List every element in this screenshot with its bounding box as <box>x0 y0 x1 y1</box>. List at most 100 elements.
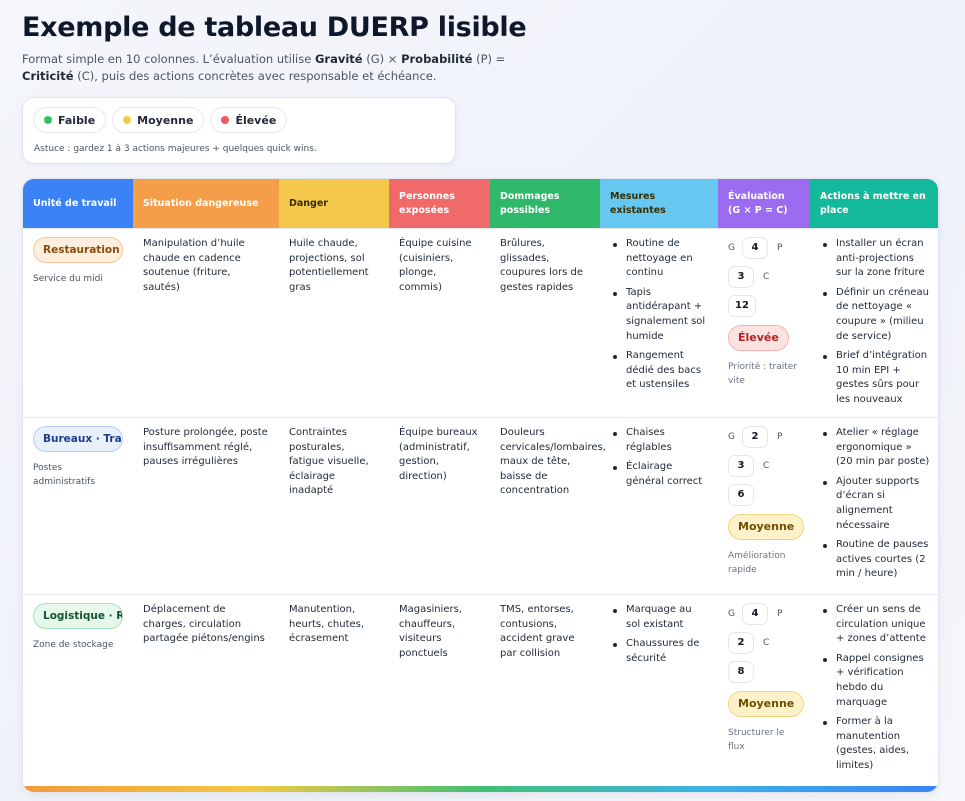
header-unite: Unité de travail <box>23 179 133 228</box>
eval-g-line: G2P <box>728 426 800 448</box>
g-label: G <box>728 431 735 442</box>
cell-unite: Restauration · Cuisine Service du midi <box>23 229 133 417</box>
list-item: Chaises réglables <box>610 426 708 455</box>
cell-actions: Atelier « réglage ergonomique » (20 min … <box>810 418 938 594</box>
priority-note: Structurer le flux <box>728 728 785 752</box>
decorative-gradient-bar <box>23 786 938 792</box>
table-row: Logistique · Réception Zone de stockage … <box>23 594 938 788</box>
page-subtitle: Format simple en 10 colonnes. L’évaluati… <box>22 52 506 83</box>
header-situation: Situation dangereuse <box>133 179 279 228</box>
cell-danger: Huile chaude, projections, sol potentiel… <box>289 238 369 293</box>
legend-chip-moyenne: Moyenne <box>112 107 205 133</box>
red-dot-icon <box>221 116 230 124</box>
cell-situation: Déplacement de charges, circulation part… <box>143 604 265 645</box>
list-item: Tapis antidérapant + signalement sol hum… <box>610 286 708 344</box>
probabilite-value: 3 <box>728 455 754 477</box>
criticite-value: 8 <box>728 661 754 683</box>
header-dommages: Dommages possibles <box>490 179 600 228</box>
legend-chip-faible: Faible <box>33 107 107 133</box>
list-item: Marquage au sol existant <box>610 603 708 632</box>
p-label: P <box>777 608 783 619</box>
cell-personnes: Équipe cuisine (cuisiniers, plonge, comm… <box>399 238 472 293</box>
cell-mesures: Routine de nettoyage en continu Tapis an… <box>600 229 718 417</box>
priority-note: Priorité : traiter vite <box>728 362 798 386</box>
probabilite-value: 2 <box>728 632 754 654</box>
gravite-value: 2 <box>742 426 768 448</box>
cell-unite: Bureaux · Travail sur écran Postes admin… <box>23 418 133 594</box>
cell-mesures: Chaises réglables Éclairage général corr… <box>600 418 718 594</box>
unit-subtitle: Zone de stockage <box>33 639 114 650</box>
legend-card: Faible Moyenne Élevée Astuce : gardez 1 … <box>22 97 456 164</box>
actions-list: Atelier « réglage ergonomique » (20 min … <box>820 426 930 582</box>
eval-c-line: 8 <box>728 661 800 683</box>
criticite-value: 12 <box>728 295 756 317</box>
list-item: Installer un écran anti-projections sur … <box>820 237 930 281</box>
table-row: Restauration · Cuisine Service du midi M… <box>23 228 938 417</box>
duerp-table: Unité de travail Situation dangereuse Da… <box>22 178 939 793</box>
cell-dommages: Brûlures, glissades, coupures lors de ge… <box>500 238 583 293</box>
eval-c-line: 6 <box>728 484 800 506</box>
eval-p-line: 2C <box>728 632 800 654</box>
cell-danger: Contraintes posturales, fatigue visuelle… <box>289 427 369 497</box>
c-label: C <box>763 460 770 471</box>
level-badge: Élevée <box>728 325 789 351</box>
list-item: Rangement dédié des bacs et ustensiles <box>610 349 708 393</box>
legend-label: Élevée <box>235 113 277 127</box>
list-item: Éclairage général correct <box>610 460 708 489</box>
eval-p-line: 3C <box>728 455 800 477</box>
header-danger: Danger <box>279 179 389 228</box>
unit-subtitle: Service du midi <box>33 273 103 284</box>
cell-personnes: Équipe bureaux (administratif, gestion, … <box>399 427 478 482</box>
legend-chip-elevee: Élevée <box>210 107 288 133</box>
eval-c-line: 12 <box>728 295 800 317</box>
criticite-value: 6 <box>728 484 754 506</box>
cell-situation: Posture prolongée, poste insuffisamment … <box>143 427 268 468</box>
gravite-value: 4 <box>742 237 768 259</box>
header-actions: Actions à mettre en place <box>810 179 938 228</box>
list-item: Ajouter supports d’écran si alignement n… <box>820 475 930 533</box>
unit-badge: Logistique · Réception <box>33 603 123 629</box>
cell-evaluation: G4P 3C 12 Élevée Priorité : traiter vite <box>718 229 810 417</box>
probabilite-value: 3 <box>728 266 754 288</box>
list-item: Créer un sens de circulation unique + zo… <box>820 603 930 647</box>
list-item: Routine de pauses actives courtes (2 min… <box>820 538 930 582</box>
cell-dommages: TMS, entorses, contusions, accident grav… <box>500 604 575 659</box>
list-item: Atelier « réglage ergonomique » (20 min … <box>820 426 930 470</box>
g-label: G <box>728 242 735 253</box>
header-personnes: Personnes exposées <box>389 179 490 228</box>
legend-tip: Astuce : gardez 1 à 3 actions majeures +… <box>34 144 317 154</box>
list-item: Rappel consignes + vérification hebdo du… <box>820 652 930 710</box>
p-label: P <box>777 431 783 442</box>
yellow-dot-icon <box>123 116 132 124</box>
legend-label: Faible <box>58 113 96 127</box>
page-title: Exemple de tableau DUERP lisible <box>22 12 527 43</box>
cell-unite: Logistique · Réception Zone de stockage <box>23 595 133 788</box>
eval-g-line: G4P <box>728 603 800 625</box>
p-label: P <box>777 242 783 253</box>
mesures-list: Marquage au sol existant Chaussures de s… <box>610 603 708 666</box>
unit-badge: Restauration · Cuisine <box>33 237 123 263</box>
actions-list: Installer un écran anti-projections sur … <box>820 237 930 408</box>
priority-note: Amélioration rapide <box>728 551 786 575</box>
list-item: Routine de nettoyage en continu <box>610 237 708 281</box>
g-label: G <box>728 608 735 619</box>
table-header: Unité de travail Situation dangereuse Da… <box>23 179 938 228</box>
cell-actions: Créer un sens de circulation unique + zo… <box>810 595 938 788</box>
gravite-value: 4 <box>742 603 768 625</box>
table-row: Bureaux · Travail sur écran Postes admin… <box>23 417 938 594</box>
level-badge: Moyenne <box>728 691 805 717</box>
eval-g-line: G4P <box>728 237 800 259</box>
header-evaluation: Évaluation (G × P = C) <box>718 179 810 228</box>
mesures-list: Chaises réglables Éclairage général corr… <box>610 426 708 489</box>
cell-actions: Installer un écran anti-projections sur … <box>810 229 938 417</box>
cell-evaluation: G4P 2C 8 Moyenne Structurer le flux <box>718 595 810 788</box>
cell-personnes: Magasiniers, chauffeurs, visiteurs ponct… <box>399 604 462 659</box>
list-item: Définir un créneau de nettoyage « coupur… <box>820 286 930 344</box>
cell-situation: Manipulation d’huile chaude en cadence s… <box>143 238 245 293</box>
cell-dommages: Douleurs cervicales/lombaires, maux de t… <box>500 427 606 497</box>
legend-chips: Faible Moyenne Élevée <box>33 107 288 133</box>
cell-evaluation: G2P 3C 6 Moyenne Amélioration rapide <box>718 418 810 594</box>
list-item: Former à la manutention (gestes, aides, … <box>820 715 930 773</box>
unit-subtitle: Postes administratifs <box>33 462 96 487</box>
level-badge: Moyenne <box>728 514 805 540</box>
